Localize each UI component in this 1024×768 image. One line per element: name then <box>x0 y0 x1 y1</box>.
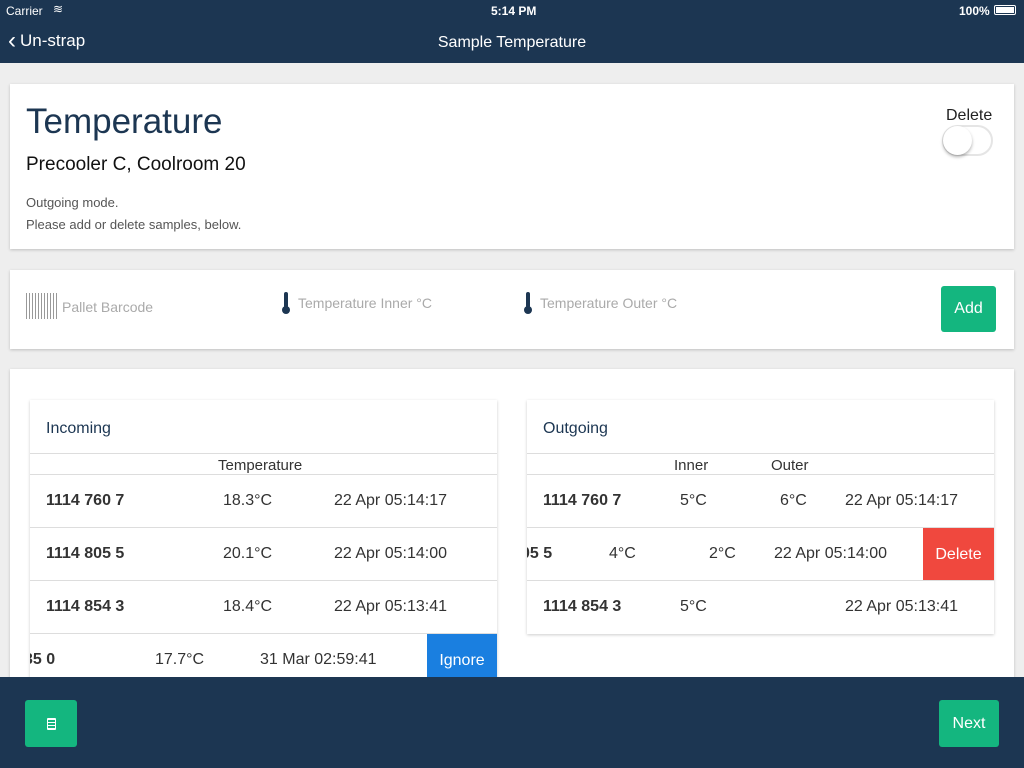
calculator-button[interactable] <box>25 700 77 747</box>
cell: 1114 760 7 <box>543 492 622 509</box>
entry-card: Pallet Barcode Temperature Inner °C Temp… <box>10 270 1014 349</box>
temperature-outer-input[interactable]: Temperature Outer °C <box>540 295 677 311</box>
incoming-title: Incoming <box>46 420 111 437</box>
cell: 17.7°C <box>155 651 205 668</box>
cell: 22 Apr 05:14:17 <box>845 492 958 509</box>
table-row[interactable]: 1114 760 7 5°C 6°C 22 Apr 05:14:17 <box>527 474 994 527</box>
thermometer-icon <box>524 292 532 314</box>
cell: 20.1°C <box>223 545 273 562</box>
cell: 1114 805 5 <box>46 545 125 562</box>
location: Precooler C, Coolroom 20 <box>26 154 246 175</box>
add-button[interactable]: Add <box>941 286 996 332</box>
top-bar: Carrier ≋ 5:14 PM 100% ‹ Un-strap Sample… <box>0 0 1024 63</box>
column-header-inner: Inner <box>674 457 709 474</box>
table-row[interactable]: 1114 854 3 5°C 22 Apr 05:13:41 <box>527 580 994 633</box>
cell: 22 Apr 05:13:41 <box>845 598 958 615</box>
toggle-knob <box>943 126 972 155</box>
cell: 31 Mar 02:59:41 <box>260 651 377 668</box>
carrier: Carrier <box>6 4 43 18</box>
header-card: Temperature Precooler C, Coolroom 20 Out… <box>10 84 1014 249</box>
table-row[interactable]: 1114 854 3 18.4°C 22 Apr 05:13:41 <box>30 580 497 633</box>
cell: 18.3°C <box>223 492 273 509</box>
cell: 22 Apr 05:14:00 <box>334 545 447 562</box>
cell: 22 Apr 05:14:00 <box>774 545 887 562</box>
temperature-inner-input[interactable]: Temperature Inner °C <box>298 295 432 311</box>
outgoing-list: Outgoing Inner Outer 1114 760 7 5°C 6°C 22 … <box>527 400 994 634</box>
wifi-icon: ≋ <box>53 2 64 16</box>
battery-level: 100% <box>959 4 990 18</box>
cell: 35 0 <box>30 651 56 668</box>
battery-icon <box>994 5 1016 15</box>
cell: 22 Apr 05:14:17 <box>334 492 447 509</box>
column-header-temperature: Temperature <box>218 457 303 474</box>
cell: 1114 854 3 <box>46 598 125 615</box>
cell: 1114 760 7 <box>46 492 125 509</box>
page-title: Temperature <box>26 102 223 141</box>
incoming-list: Incoming Temperature 1114 760 7 18.3°C 22 … <box>30 400 497 690</box>
cell: 22 Apr 05:13:41 <box>334 598 447 615</box>
pallet-barcode-input[interactable]: Pallet Barcode <box>62 299 153 315</box>
nav-title: Sample Temperature <box>437 34 587 51</box>
calculator-icon <box>46 717 56 730</box>
cell: 5°C <box>680 492 707 509</box>
cell: 18.4°C <box>223 598 273 615</box>
mode-text: Outgoing mode. <box>26 195 119 210</box>
cell: 6°C <box>780 492 807 509</box>
column-header-outer: Outer <box>771 457 809 474</box>
outgoing-title: Outgoing <box>543 420 608 437</box>
delete-toggle[interactable] <box>942 125 993 156</box>
cell: 05 5 <box>527 545 553 562</box>
delete-toggle-label: Delete <box>946 107 993 124</box>
clock: 5:14 PM <box>491 4 537 18</box>
table-row[interactable]: 1114 760 7 18.3°C 22 Apr 05:14:17 <box>30 474 497 527</box>
thermometer-icon <box>282 292 290 314</box>
cell: 2°C <box>709 545 736 562</box>
next-button[interactable]: Next <box>939 700 999 747</box>
table-row-swiped[interactable]: 05 5 4°C 2°C 22 Apr 05:14:00 Delete <box>527 527 994 581</box>
cell: 5°C <box>680 598 707 615</box>
delete-row-button[interactable]: Delete <box>923 528 994 581</box>
cell: 4°C <box>609 545 636 562</box>
bottom-bar: Next <box>0 677 1024 768</box>
instructions-text: Please add or delete samples, below. <box>26 217 242 232</box>
barcode-icon <box>26 293 59 319</box>
table-row[interactable]: 1114 805 5 20.1°C 22 Apr 05:14:00 <box>30 527 497 580</box>
cell: 1114 854 3 <box>543 598 622 615</box>
